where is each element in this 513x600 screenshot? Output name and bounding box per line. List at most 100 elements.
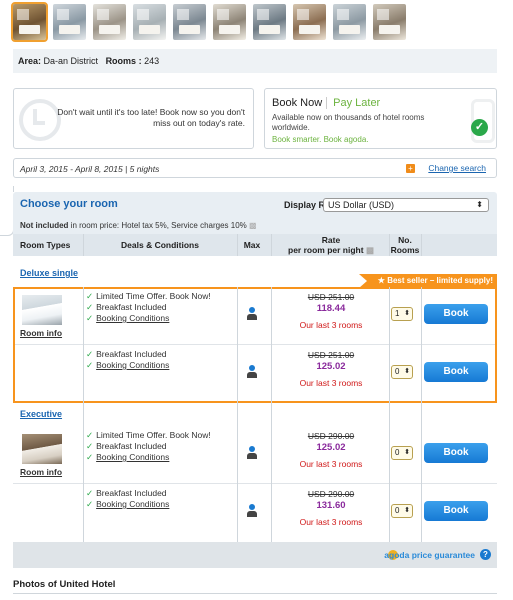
room-photo[interactable] [22, 434, 62, 464]
photo-thumbnail[interactable] [11, 2, 48, 42]
help-icon[interactable]: ? [480, 549, 491, 560]
price-guarantee-text[interactable]: agoda price guarantee [384, 550, 475, 560]
currency-select[interactable]: US Dollar (USD) ⬍ [323, 198, 489, 212]
rooms-quantity-select[interactable]: 0 ⬍ [391, 446, 413, 460]
rate-cell: USD 290.00 125.02 Our last 3 rooms [281, 431, 381, 470]
max-occupancy-icon [247, 446, 257, 460]
not-included-note: Not included in room price: Hotel tax 5%… [20, 221, 257, 230]
check-icon: ✓ [86, 488, 94, 498]
col-no-rooms: No. Rooms [389, 235, 421, 255]
panel-edge-decoration [0, 186, 14, 236]
book-now-title: Book Now [272, 97, 323, 109]
currency-selected: US Dollar (USD) [328, 200, 395, 210]
deal-item[interactable]: ✓ Booking Conditions [86, 452, 211, 463]
max-occupancy-icon [247, 504, 257, 518]
column-divider [389, 234, 390, 256]
photo-thumbnail[interactable] [213, 4, 246, 40]
original-price: USD 290.00 [307, 489, 355, 499]
divider [13, 593, 497, 594]
check-icon: ✓ [86, 452, 94, 462]
book-button[interactable]: Book [424, 501, 488, 521]
column-divider [421, 287, 422, 542]
deal-list: ✓ Breakfast Included ✓ Booking Conditions [86, 488, 169, 510]
booking-conditions-link[interactable]: Booking Conditions [96, 499, 169, 509]
room-offer-row: Room info ✓ Limited Time Offer. Book Now!… [13, 426, 497, 484]
photo-thumbnail[interactable] [93, 4, 126, 40]
area-value: Da-an District [43, 56, 99, 66]
col-room-types: Room Types [20, 240, 71, 250]
column-divider [83, 287, 84, 542]
photo-thumbnail[interactable] [53, 4, 86, 40]
star-icon: ★ [377, 276, 388, 285]
select-arrows-icon: ⬍ [404, 507, 410, 514]
price-guarantee-bar: agoda price guarantee ? [13, 542, 497, 568]
not-included-text: in room price: Hotel tax 5%, Service cha… [70, 221, 247, 230]
book-button[interactable]: Book [424, 443, 488, 463]
urgency-promo: Don't wait until it's too late! Book now… [13, 88, 254, 149]
photo-thumbnail[interactable] [253, 4, 286, 40]
change-search-icon[interactable]: + [406, 164, 415, 173]
select-arrows-icon: ⬍ [476, 200, 483, 209]
discounted-price: 131.60 [316, 500, 346, 511]
area-label: Area: [18, 56, 42, 66]
original-price: USD 290.00 [307, 431, 355, 441]
choose-room-title: Choose your room [20, 198, 118, 210]
not-included-label: Not included [20, 221, 69, 230]
discounted-price: 125.02 [316, 442, 346, 453]
book-now-tagline: Book smarter. Book agoda. [272, 135, 369, 144]
booking-conditions-link[interactable]: Booking Conditions [96, 452, 169, 462]
col-rate-line1: Rate [321, 235, 341, 245]
deal-list: ✓ Limited Time Offer. Book Now! ✓ Breakfas… [86, 430, 211, 463]
deal-item[interactable]: ✓ Booking Conditions [86, 499, 169, 510]
rooms-count: 243 [144, 56, 160, 66]
scarcity-text: Our last 3 rooms [299, 459, 363, 469]
check-icon: ✓ [86, 499, 94, 509]
column-divider [237, 234, 238, 256]
column-divider [271, 287, 272, 542]
rate-cell: USD 290.00 131.60 Our last 3 rooms [281, 489, 381, 528]
col-rate: Rate per room per night ▩ [271, 235, 391, 255]
rate-info-icon[interactable]: ▩ [366, 245, 374, 255]
book-now-subtitle: Available now on thousands of hotel room… [272, 113, 425, 132]
room-type-executive[interactable]: Executive [20, 409, 62, 419]
col-max: Max [243, 240, 261, 250]
photo-thumbnail-strip [11, 2, 493, 42]
deal-item: ✓ Breakfast Included [86, 441, 167, 451]
scarcity-text: Our last 3 rooms [299, 517, 363, 527]
room-panel-header: Choose your room Display Rates in US Dol… [13, 192, 497, 234]
column-divider [421, 234, 422, 256]
col-no-rooms-line2: Rooms [390, 245, 420, 255]
pay-later-title: Pay Later [326, 97, 381, 109]
urgency-text: Don't wait until it's too late! Book now… [57, 107, 245, 128]
best-seller-text: Best seller – limited supply! [387, 276, 493, 285]
select-arrows-icon: ⬍ [404, 449, 410, 456]
checkmark-icon: ✓ [471, 119, 488, 136]
book-now-pay-later-promo: Book Now Pay Later Available now on thous… [264, 88, 497, 149]
room-table-header: Room Types Deals & Conditions Max Rate pe… [13, 234, 497, 256]
photos-heading: Photos of United Hotel [13, 579, 116, 590]
col-rate-line2: per room per night [288, 245, 364, 255]
deal-item: ✓ Breakfast Included [86, 488, 167, 498]
room-selection-panel: Choose your room Display Rates in US Dol… [13, 192, 497, 570]
col-no-rooms-line1: No. [398, 235, 412, 245]
col-deals: Deals & Conditions [121, 240, 199, 250]
photo-thumbnail[interactable] [373, 4, 406, 40]
hotel-area-bar: Area: Da-an District Rooms : 243 [13, 49, 497, 73]
change-search-link[interactable]: Change search [428, 163, 486, 173]
photo-thumbnail[interactable] [173, 4, 206, 40]
room-info-link[interactable]: Room info [20, 467, 62, 477]
photo-thumbnail[interactable] [293, 4, 326, 40]
info-icon[interactable]: ▩ [249, 221, 257, 230]
column-divider [237, 287, 238, 542]
photo-thumbnail[interactable] [133, 4, 166, 40]
check-icon: ✓ [86, 441, 94, 451]
room-offer-row: ✓ Breakfast Included ✓ Booking Conditions … [13, 484, 497, 542]
room-type-deluxe-single[interactable]: Deluxe single [20, 268, 78, 278]
check-icon: ✓ [86, 430, 94, 440]
photo-thumbnail[interactable] [333, 4, 366, 40]
best-seller-highlight [13, 287, 497, 403]
deal-item: ✓ Limited Time Offer. Book Now! [86, 430, 211, 440]
rooms-quantity-select[interactable]: 0 ⬍ [391, 504, 413, 518]
rooms-label: Rooms : [105, 56, 142, 66]
search-dates-bar: April 3, 2015 - April 8, 2015 | 5 nights… [13, 158, 497, 178]
